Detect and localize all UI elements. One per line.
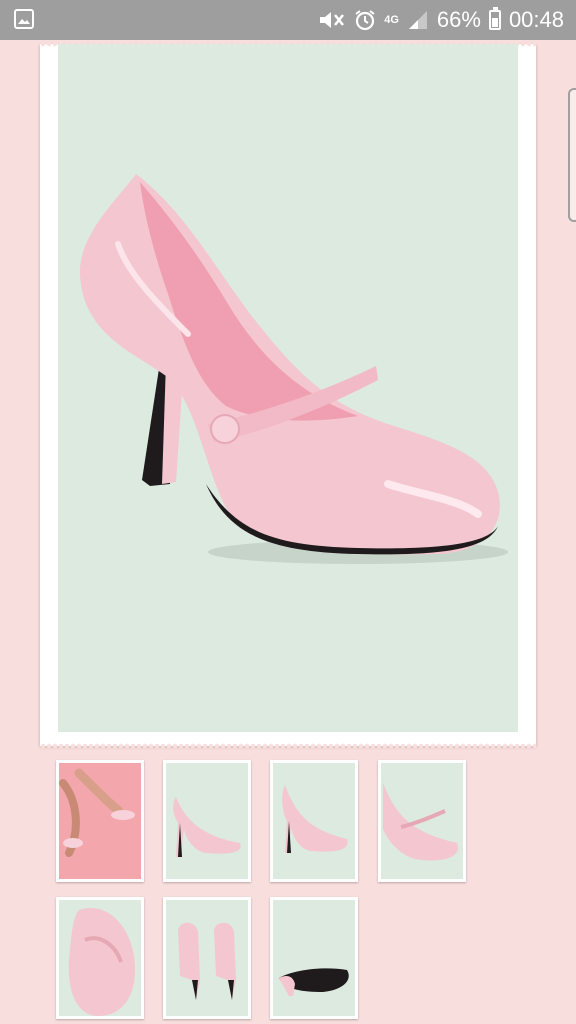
network-type: 4G bbox=[384, 14, 399, 26]
battery-fill bbox=[491, 18, 498, 27]
thumbnail-2[interactable] bbox=[163, 760, 251, 882]
thumbnail-image-top-view bbox=[59, 900, 141, 1016]
main-image-frame[interactable] bbox=[40, 41, 536, 749]
thumbnail-image-back-view bbox=[166, 900, 248, 1016]
thumbnail-image-sole-view bbox=[273, 900, 355, 1016]
clock: 00:48 bbox=[508, 7, 564, 32]
battery-percent: 66% bbox=[436, 7, 481, 32]
thumbnail-1[interactable] bbox=[56, 760, 144, 882]
thumbnail-4[interactable] bbox=[378, 760, 466, 882]
thumbnail-image-side-view bbox=[166, 763, 248, 879]
thumbnail-7[interactable] bbox=[270, 897, 358, 1019]
mute-icon bbox=[318, 9, 346, 31]
signal-icon bbox=[407, 9, 429, 31]
thumbnail-5[interactable] bbox=[56, 897, 144, 1019]
thumbnail-6[interactable] bbox=[163, 897, 251, 1019]
network-icon: 4G bbox=[384, 14, 399, 26]
thumbnail-image-legs-on-pink bbox=[59, 763, 141, 879]
thumbnail-image-closeup bbox=[381, 763, 463, 879]
thumbnail-3[interactable] bbox=[270, 760, 358, 882]
battery-icon bbox=[488, 7, 501, 30]
main-product-image[interactable] bbox=[58, 44, 518, 732]
status-bar: 4G 66% 00:48 bbox=[0, 0, 576, 40]
next-panel-peek[interactable] bbox=[568, 88, 576, 222]
thumbnail-image-side-view-2 bbox=[273, 763, 355, 879]
pink-pump-illustration bbox=[79, 174, 508, 564]
alarm-icon bbox=[354, 9, 376, 31]
gallery-icon bbox=[14, 9, 34, 29]
